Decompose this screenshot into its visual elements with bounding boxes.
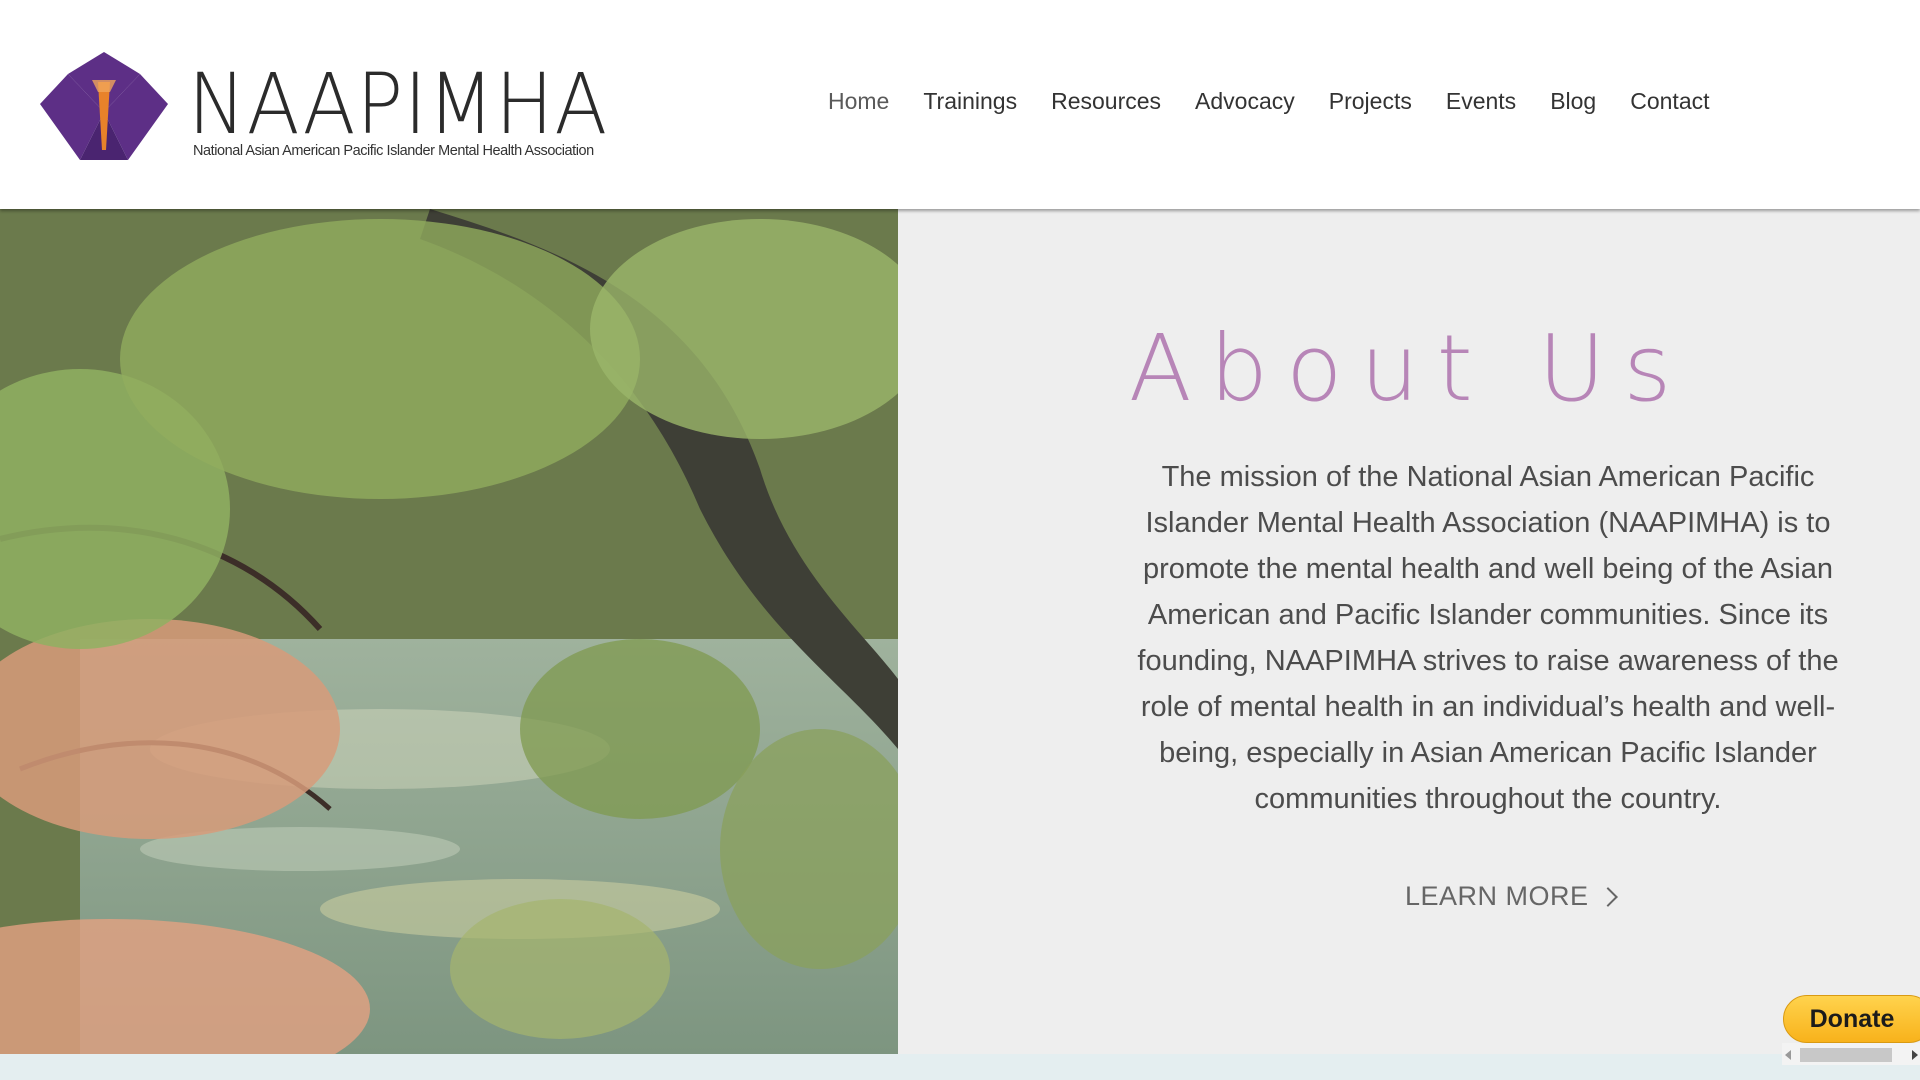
nav-blog[interactable]: Blog [1550, 88, 1596, 115]
learn-more-link[interactable]: LEARN MORE [1405, 881, 1618, 912]
nav-events[interactable]: Events [1446, 88, 1516, 115]
logo-wordmark: NAAPIMHA [188, 55, 609, 153]
hero-image [0, 209, 898, 1054]
site-header: NAAPIMHA National Asian American Pacific… [0, 0, 1920, 209]
nav-resources[interactable]: Resources [1051, 88, 1161, 115]
chevron-right-icon [1597, 887, 1618, 907]
about-panel: About Us The mission of the National Asi… [898, 209, 1920, 1054]
scroll-right-icon[interactable] [1912, 1050, 1918, 1060]
bottom-strip [0, 1054, 1920, 1080]
nav-advocacy[interactable]: Advocacy [1195, 88, 1295, 115]
nav-projects[interactable]: Projects [1329, 88, 1412, 115]
site-logo[interactable]: NAAPIMHA National Asian American Pacific… [40, 52, 620, 172]
nav-trainings[interactable]: Trainings [923, 88, 1017, 115]
main-nav: Home Trainings Resources Advocacy Projec… [828, 88, 1744, 115]
autumn-tree-photo [0, 209, 898, 1054]
scroll-left-icon[interactable] [1785, 1050, 1791, 1060]
logo-tagline: National Asian American Pacific Islander… [193, 143, 594, 159]
donate-button[interactable]: Donate [1783, 995, 1920, 1043]
learn-more-label: LEARN MORE [1405, 881, 1589, 911]
about-title: About Us [1128, 315, 1690, 422]
nav-contact[interactable]: Contact [1630, 88, 1709, 115]
horizontal-scrollbar[interactable] [1782, 1043, 1920, 1065]
scroll-thumb[interactable] [1800, 1048, 1892, 1062]
lotus-logo-icon [40, 52, 168, 160]
nav-home[interactable]: Home [828, 88, 889, 115]
mission-text: The mission of the National Asian Americ… [1137, 461, 1839, 815]
